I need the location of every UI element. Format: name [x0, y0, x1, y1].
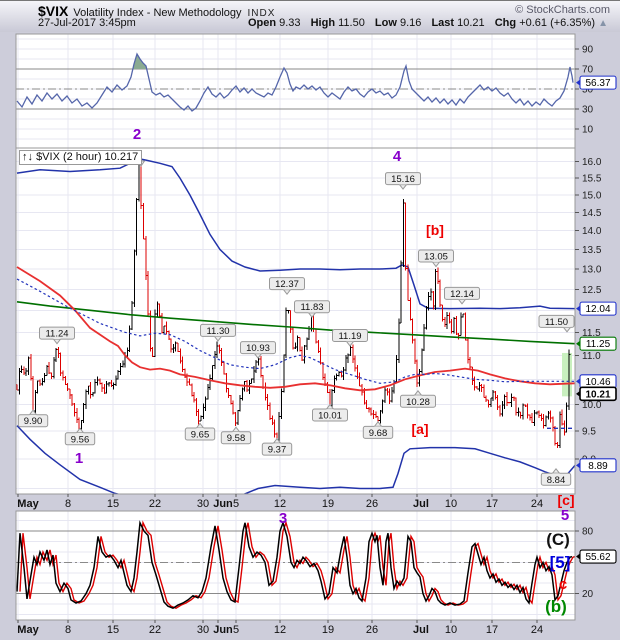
svg-text:26: 26	[366, 498, 378, 510]
svg-text:56.37: 56.37	[585, 78, 610, 89]
svg-text:11.25: 11.25	[586, 339, 611, 350]
svg-text:11.50: 11.50	[545, 317, 568, 328]
svg-text:Jul: Jul	[413, 624, 429, 636]
svg-text:26: 26	[366, 624, 378, 636]
svg-text:19: 19	[322, 498, 334, 510]
wave-label-5: [5]	[550, 553, 571, 572]
svg-text:15.16: 15.16	[391, 174, 415, 185]
svg-text:22: 22	[149, 498, 161, 510]
chart-background	[0, 32, 620, 640]
last-bar-highlight	[562, 352, 572, 397]
svg-text:55.62: 55.62	[585, 552, 610, 563]
svg-text:12.14: 12.14	[450, 289, 474, 300]
wave-label-c: c	[559, 576, 567, 593]
svg-text:19: 19	[322, 624, 334, 636]
svg-text:10.28: 10.28	[406, 397, 430, 408]
svg-text:11.19: 11.19	[338, 331, 361, 342]
svg-text:10: 10	[445, 624, 457, 636]
svg-text:8: 8	[65, 624, 71, 636]
wave-label-4: 4	[393, 148, 402, 165]
svg-text:30: 30	[197, 498, 209, 510]
svg-text:13.0: 13.0	[582, 264, 602, 275]
svg-text:11.30: 11.30	[206, 326, 229, 337]
svg-text:8.84: 8.84	[547, 475, 566, 486]
svg-text:12.37: 12.37	[275, 279, 299, 290]
svg-text:30: 30	[197, 624, 209, 636]
svg-text:24: 24	[531, 498, 543, 510]
svg-text:12: 12	[274, 498, 286, 510]
svg-text:70: 70	[582, 65, 594, 76]
svg-text:May: May	[17, 498, 39, 510]
svg-text:May: May	[17, 624, 39, 636]
svg-text:10.46: 10.46	[585, 377, 610, 388]
svg-text:10: 10	[445, 498, 457, 510]
svg-text:Jun: Jun	[213, 498, 233, 510]
svg-text:14.5: 14.5	[582, 208, 602, 219]
svg-text:12.5: 12.5	[582, 285, 602, 296]
chart-canvas: May 8 15 22 30 Jun 5 12 19 26 Jul 10 17 24May 8 15 22 30 J…	[0, 32, 620, 640]
svg-text:5: 5	[233, 498, 239, 510]
svg-text:10.01: 10.01	[318, 411, 342, 422]
svg-text:15: 15	[107, 498, 119, 510]
svg-text:15.5: 15.5	[582, 174, 602, 185]
wave-label-2: 2	[133, 126, 141, 143]
svg-text:9.68: 9.68	[369, 428, 388, 439]
svg-text:13.5: 13.5	[582, 245, 602, 256]
svg-text:9.37: 9.37	[268, 445, 287, 456]
wave-label-5: 5	[561, 507, 569, 524]
svg-text:5: 5	[233, 624, 239, 636]
svg-text:10.93: 10.93	[246, 343, 270, 354]
svg-text:9.65: 9.65	[191, 429, 210, 440]
svg-text:13.05: 13.05	[424, 252, 448, 263]
svg-text:90: 90	[582, 45, 594, 56]
svg-text:12.04: 12.04	[585, 304, 610, 315]
price-panel-label-text: $VIX (2 hour) 10.217	[36, 151, 139, 163]
svg-text:30: 30	[582, 105, 594, 116]
svg-text:20: 20	[582, 589, 594, 600]
wave-label-b: [b]	[426, 222, 444, 238]
svg-text:15.0: 15.0	[582, 191, 602, 202]
wave-label-1: 1	[75, 450, 83, 467]
price-panel-label: ↑↓ $VIX (2 hour) 10.217	[19, 150, 143, 165]
svg-text:17: 17	[486, 624, 498, 636]
svg-text:Jul: Jul	[413, 498, 429, 510]
svg-text:11.24: 11.24	[45, 329, 68, 340]
svg-text:10.21: 10.21	[585, 389, 610, 400]
svg-text:Jun: Jun	[213, 624, 233, 636]
svg-text:9.56: 9.56	[71, 434, 90, 445]
wave-label-3: 3	[279, 510, 287, 527]
svg-text:12: 12	[274, 624, 286, 636]
svg-text:10.0: 10.0	[582, 400, 602, 411]
svg-text:17: 17	[486, 498, 498, 510]
svg-text:80: 80	[582, 527, 594, 538]
svg-text:15: 15	[107, 624, 119, 636]
svg-text:22: 22	[149, 624, 161, 636]
svg-text:8: 8	[65, 498, 71, 510]
svg-text:11.83: 11.83	[300, 302, 323, 313]
wave-label-C: (C)	[546, 530, 570, 549]
svg-text:16.0: 16.0	[582, 157, 602, 168]
wave-label-a: [a]	[411, 421, 428, 437]
wave-label-c: [c]	[557, 492, 574, 508]
svg-text:11.0: 11.0	[582, 351, 601, 362]
svg-text:24: 24	[531, 624, 543, 636]
svg-text:8.89: 8.89	[588, 461, 608, 472]
updown-arrows-icon: ↑↓	[22, 151, 33, 163]
svg-text:9.90: 9.90	[24, 416, 43, 427]
svg-text:10: 10	[582, 125, 594, 136]
wave-label-b: (b)	[545, 597, 567, 616]
svg-text:14.0: 14.0	[582, 226, 602, 237]
svg-text:9.58: 9.58	[227, 433, 246, 444]
svg-text:9.5: 9.5	[582, 427, 596, 438]
stockcharts-chart-page: $VIX Volatility Index - New Methodology IN…	[0, 0, 620, 640]
